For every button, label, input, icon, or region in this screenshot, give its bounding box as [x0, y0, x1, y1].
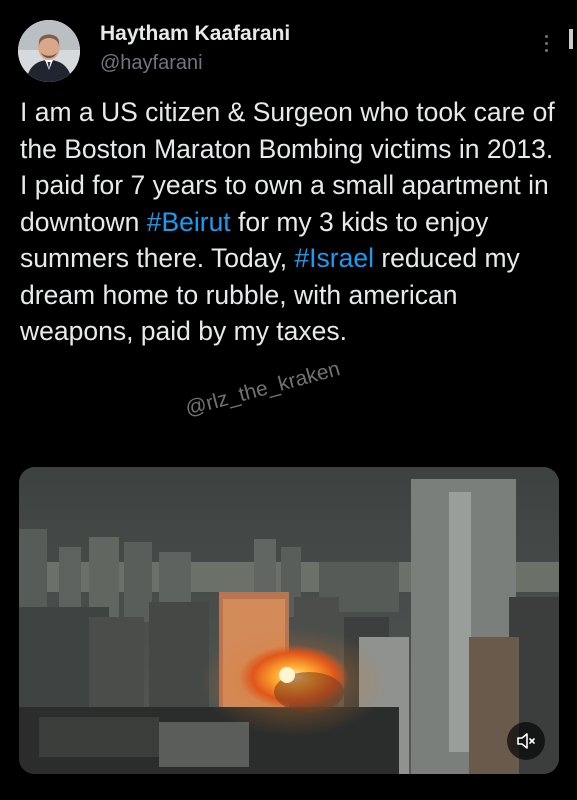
hashtag-israel-link[interactable]: #Israel [294, 243, 374, 273]
avatar[interactable] [18, 20, 80, 82]
author-handle[interactable]: @hayfarani [100, 52, 203, 75]
hashtag-beirut-link[interactable]: #Beirut [147, 207, 231, 237]
watermark-text: @rlz_the_kraken [182, 357, 343, 421]
video-media[interactable] [19, 467, 559, 774]
person-avatar-icon [18, 20, 80, 82]
more-options-icon[interactable] [536, 32, 556, 60]
volume-muted-icon [517, 733, 535, 749]
mute-button[interactable] [507, 722, 545, 760]
scroll-edge-indicator [569, 29, 573, 49]
city-explosion-video-thumbnail [19, 467, 559, 774]
tweet-text: I am a US citizen & Surgeon who took car… [20, 94, 565, 350]
author-display-name[interactable]: Haytham Kaafarani [100, 22, 290, 46]
